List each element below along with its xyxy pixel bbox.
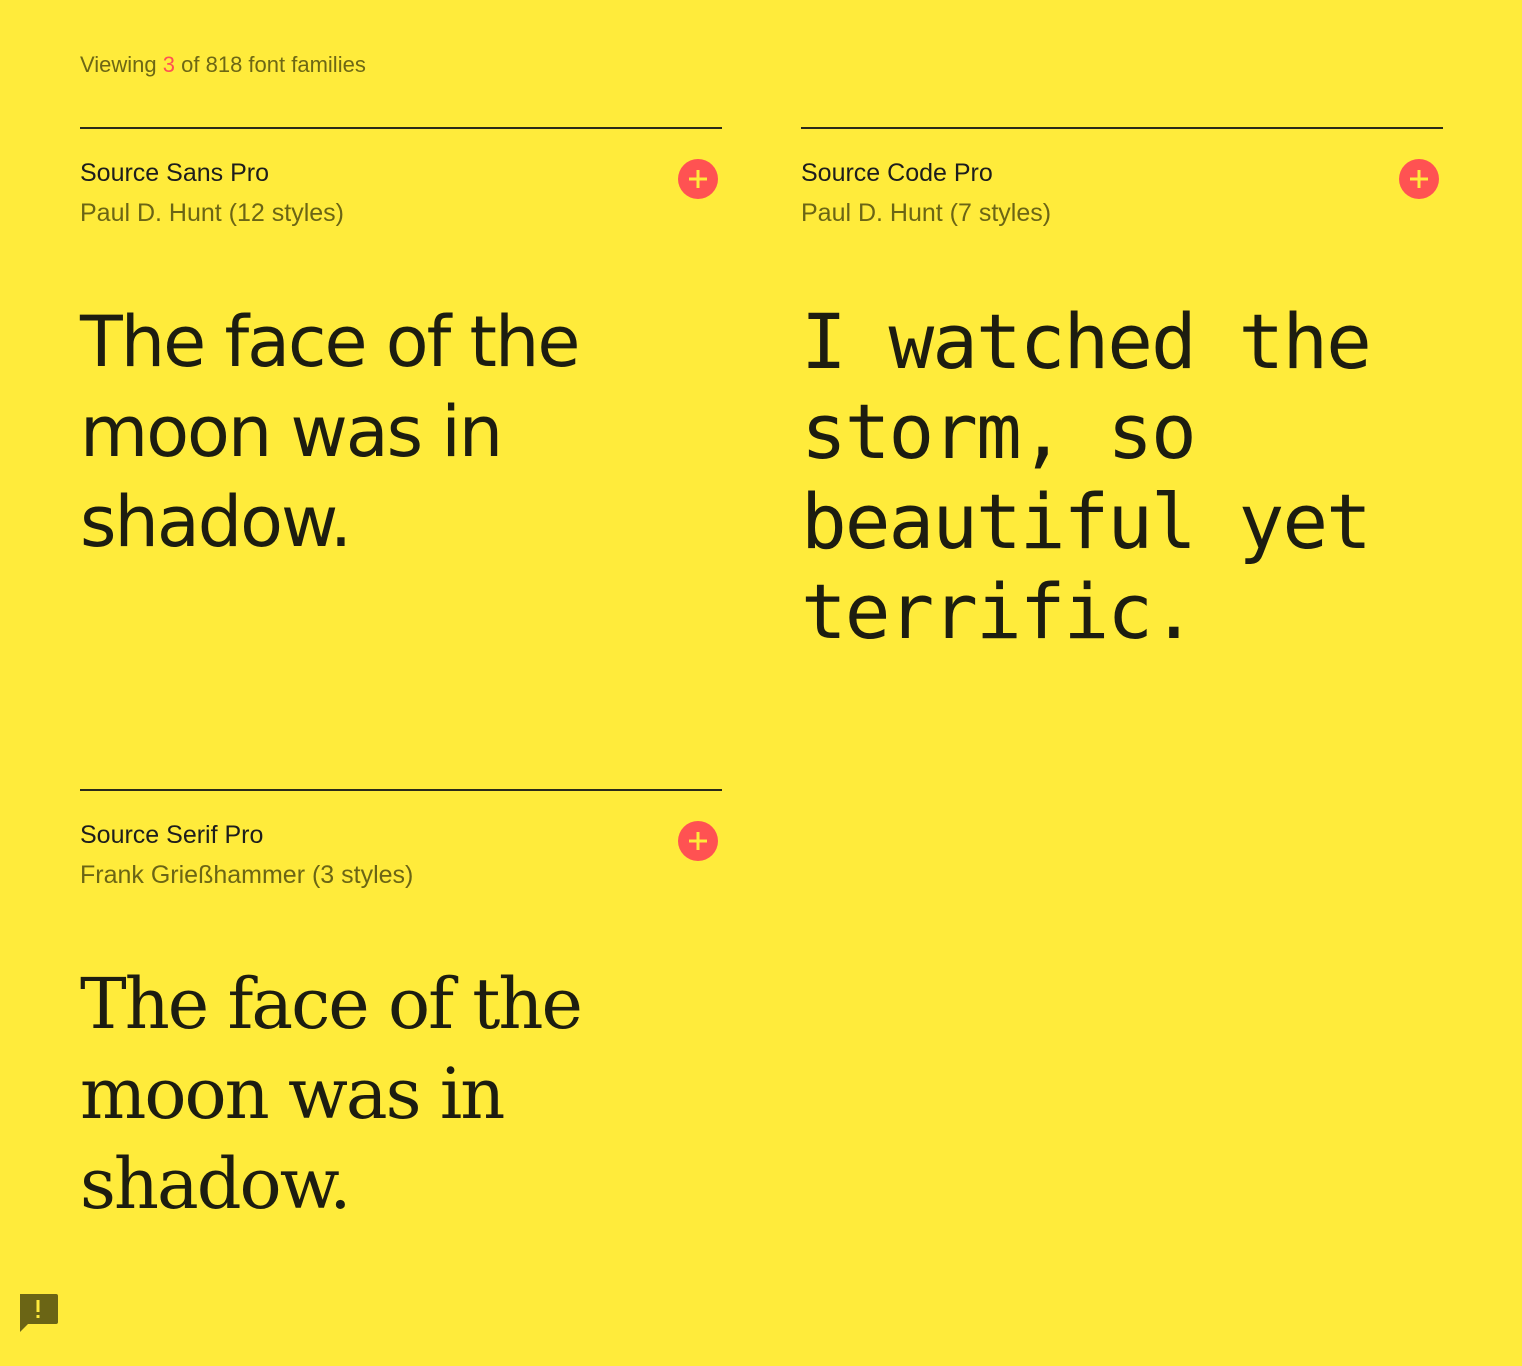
plus-icon (689, 832, 707, 850)
font-card-source-code-pro[interactable]: Source Code Pro Paul D. Hunt (7 styles) … (801, 127, 1443, 656)
feedback-icon (20, 1294, 58, 1332)
font-sample-text[interactable]: I watched the storm, so beautiful yet te… (801, 297, 1443, 657)
font-designer: Paul D. Hunt (12 styles) (80, 199, 344, 227)
add-font-button[interactable] (678, 821, 718, 861)
add-font-button[interactable] (678, 159, 718, 199)
feedback-button[interactable] (16, 1292, 60, 1336)
font-designer: Frank Grießhammer (3 styles) (80, 861, 414, 889)
font-family-name[interactable]: Source Sans Pro (80, 159, 269, 188)
font-card-source-sans-pro[interactable]: Source Sans Pro Paul D. Hunt (12 styles)… (80, 127, 722, 563)
plus-icon (689, 170, 707, 188)
font-card-source-serif-pro[interactable]: Source Serif Pro Frank Grießhammer (3 st… (80, 789, 722, 1225)
font-sample-text[interactable]: The face of the moon was in shadow. (80, 959, 722, 1229)
font-family-name[interactable]: Source Serif Pro (80, 821, 263, 850)
results-count-suffix: of 818 font families (181, 52, 366, 77)
results-count-prefix: Viewing (80, 52, 157, 77)
font-sample-text[interactable]: The face of the moon was in shadow. (80, 297, 722, 567)
plus-icon (1410, 170, 1428, 188)
font-family-name[interactable]: Source Code Pro (801, 159, 993, 188)
add-font-button[interactable] (1399, 159, 1439, 199)
results-count: Viewing 3 of 818 font families (80, 52, 366, 78)
results-count-number: 3 (162, 52, 176, 77)
font-designer: Paul D. Hunt (7 styles) (801, 199, 1052, 227)
